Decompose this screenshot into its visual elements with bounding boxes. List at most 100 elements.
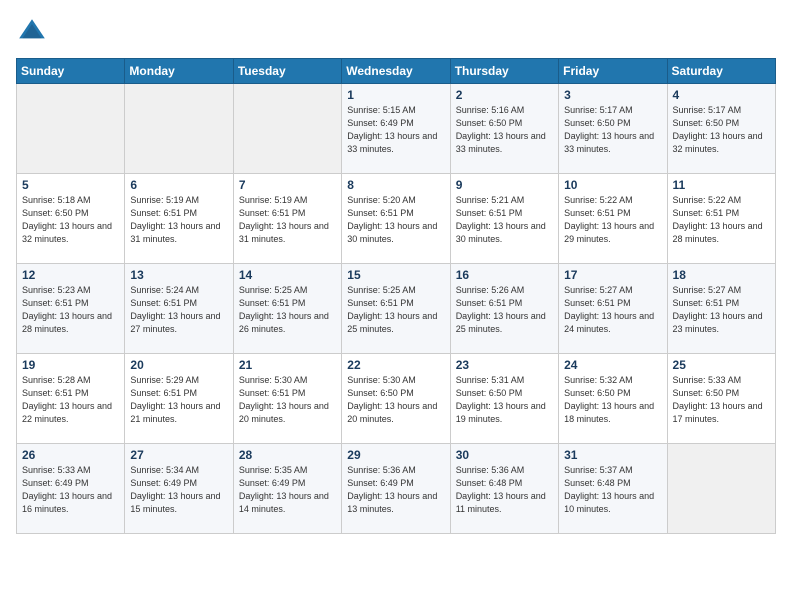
day-number: 6 (130, 178, 227, 192)
day-number: 22 (347, 358, 444, 372)
day-number: 17 (564, 268, 661, 282)
day-info: Sunrise: 5:34 AM Sunset: 6:49 PM Dayligh… (130, 464, 227, 516)
calendar-cell: 15 Sunrise: 5:25 AM Sunset: 6:51 PM Dayli… (342, 264, 450, 354)
day-info: Sunrise: 5:27 AM Sunset: 6:51 PM Dayligh… (673, 284, 770, 336)
calendar-cell: 19Sunrise: 5:28 AM Sunset: 6:51 PM Dayli… (17, 354, 125, 444)
calendar-cell: 4 Sunrise: 5:17 AM Sunset: 6:50 PM Daylig… (667, 84, 775, 174)
weekday-header-monday: Monday (125, 59, 233, 84)
calendar-cell: 18 Sunrise: 5:27 AM Sunset: 6:51 PM Dayli… (667, 264, 775, 354)
day-number: 24 (564, 358, 661, 372)
calendar-cell: 30 Sunrise: 5:36 AM Sunset: 6:48 PM Dayli… (450, 444, 558, 534)
day-number: 30 (456, 448, 553, 462)
calendar-cell: 26 Sunrise: 5:33 AM Sunset: 6:49 PM Dayli… (17, 444, 125, 534)
day-number: 14 (239, 268, 336, 282)
calendar-cell: 5 Sunrise: 5:18 AM Sunset: 6:50 PM Daylig… (17, 174, 125, 264)
day-info: Sunrise: 5:32 AM Sunset: 6:50 PM Dayligh… (564, 374, 661, 426)
day-number: 10 (564, 178, 661, 192)
day-number: 12 (22, 268, 119, 282)
day-info: Sunrise: 5:15 AM Sunset: 6:49 PM Dayligh… (347, 104, 444, 156)
calendar-cell: 21 Sunrise: 5:30 AM Sunset: 6:51 PM Dayli… (233, 354, 341, 444)
day-number: 18 (673, 268, 770, 282)
day-number: 2 (456, 88, 553, 102)
calendar-table: SundayMondayTuesdayWednesdayThursdayFrid… (16, 58, 776, 534)
day-number: 11 (673, 178, 770, 192)
day-info: Sunrise: 5:24 AM Sunset: 6:51 PM Dayligh… (130, 284, 227, 336)
calendar-cell: 6 Sunrise: 5:19 AM Sunset: 6:51 PM Daylig… (125, 174, 233, 264)
day-info: Sunrise: 5:33 AM Sunset: 6:50 PM Dayligh… (673, 374, 770, 426)
weekday-header-sunday: Sunday (17, 59, 125, 84)
day-info: Sunrise: 5:33 AM Sunset: 6:49 PM Dayligh… (22, 464, 119, 516)
weekday-header-friday: Friday (559, 59, 667, 84)
day-info: Sunrise: 5:25 AM Sunset: 6:51 PM Dayligh… (239, 284, 336, 336)
day-info: Sunrise: 5:30 AM Sunset: 6:51 PM Dayligh… (239, 374, 336, 426)
calendar-cell: 16 Sunrise: 5:26 AM Sunset: 6:51 PM Dayli… (450, 264, 558, 354)
calendar-cell: 8Sunrise: 5:20 AM Sunset: 6:51 PM Daylig… (342, 174, 450, 264)
calendar-cell: 2Sunrise: 5:16 AM Sunset: 6:50 PM Daylig… (450, 84, 558, 174)
calendar-cell: 27 Sunrise: 5:34 AM Sunset: 6:49 PM Dayli… (125, 444, 233, 534)
day-info: Sunrise: 5:19 AM Sunset: 6:51 PM Dayligh… (130, 194, 227, 246)
calendar-cell: 11Sunrise: 5:22 AM Sunset: 6:51 PM Dayli… (667, 174, 775, 264)
day-info: Sunrise: 5:35 AM Sunset: 6:49 PM Dayligh… (239, 464, 336, 516)
calendar-cell: 20 Sunrise: 5:29 AM Sunset: 6:51 PM Dayli… (125, 354, 233, 444)
day-number: 5 (22, 178, 119, 192)
day-info: Sunrise: 5:27 AM Sunset: 6:51 PM Dayligh… (564, 284, 661, 336)
calendar-cell: 13 Sunrise: 5:24 AM Sunset: 6:51 PM Dayli… (125, 264, 233, 354)
day-number: 8 (347, 178, 444, 192)
day-info: Sunrise: 5:17 AM Sunset: 6:50 PM Dayligh… (564, 104, 661, 156)
day-info: Sunrise: 5:23 AM Sunset: 6:51 PM Dayligh… (22, 284, 119, 336)
day-info: Sunrise: 5:19 AM Sunset: 6:51 PM Dayligh… (239, 194, 336, 246)
page-container: SundayMondayTuesdayWednesdayThursdayFrid… (0, 0, 792, 542)
day-number: 23 (456, 358, 553, 372)
day-info: Sunrise: 5:30 AM Sunset: 6:50 PM Dayligh… (347, 374, 444, 426)
calendar-week-row: 26 Sunrise: 5:33 AM Sunset: 6:49 PM Dayli… (17, 444, 776, 534)
day-info: Sunrise: 5:36 AM Sunset: 6:49 PM Dayligh… (347, 464, 444, 516)
weekday-header-wednesday: Wednesday (342, 59, 450, 84)
logo-icon (16, 16, 48, 48)
calendar-cell: 29Sunrise: 5:36 AM Sunset: 6:49 PM Dayli… (342, 444, 450, 534)
day-number: 4 (673, 88, 770, 102)
calendar-cell (233, 84, 341, 174)
calendar-cell: 31Sunrise: 5:37 AM Sunset: 6:48 PM Dayli… (559, 444, 667, 534)
day-number: 3 (564, 88, 661, 102)
day-info: Sunrise: 5:17 AM Sunset: 6:50 PM Dayligh… (673, 104, 770, 156)
day-info: Sunrise: 5:26 AM Sunset: 6:51 PM Dayligh… (456, 284, 553, 336)
calendar-cell: 12 Sunrise: 5:23 AM Sunset: 6:51 PM Dayli… (17, 264, 125, 354)
calendar-cell: 14 Sunrise: 5:25 AM Sunset: 6:51 PM Dayli… (233, 264, 341, 354)
calendar-cell: 25Sunrise: 5:33 AM Sunset: 6:50 PM Dayli… (667, 354, 775, 444)
calendar-cell: 23Sunrise: 5:31 AM Sunset: 6:50 PM Dayli… (450, 354, 558, 444)
calendar-cell: 3 Sunrise: 5:17 AM Sunset: 6:50 PM Daylig… (559, 84, 667, 174)
day-number: 16 (456, 268, 553, 282)
page-header (16, 16, 776, 48)
calendar-cell: 1 Sunrise: 5:15 AM Sunset: 6:49 PM Daylig… (342, 84, 450, 174)
day-number: 26 (22, 448, 119, 462)
day-number: 1 (347, 88, 444, 102)
day-info: Sunrise: 5:18 AM Sunset: 6:50 PM Dayligh… (22, 194, 119, 246)
day-info: Sunrise: 5:25 AM Sunset: 6:51 PM Dayligh… (347, 284, 444, 336)
calendar-cell: 28 Sunrise: 5:35 AM Sunset: 6:49 PM Dayli… (233, 444, 341, 534)
day-number: 15 (347, 268, 444, 282)
calendar-cell: 10 Sunrise: 5:22 AM Sunset: 6:51 PM Dayli… (559, 174, 667, 264)
calendar-cell (667, 444, 775, 534)
calendar-week-row: 19Sunrise: 5:28 AM Sunset: 6:51 PM Dayli… (17, 354, 776, 444)
day-info: Sunrise: 5:21 AM Sunset: 6:51 PM Dayligh… (456, 194, 553, 246)
weekday-header-tuesday: Tuesday (233, 59, 341, 84)
calendar-week-row: 12 Sunrise: 5:23 AM Sunset: 6:51 PM Dayli… (17, 264, 776, 354)
calendar-cell (17, 84, 125, 174)
day-number: 21 (239, 358, 336, 372)
day-info: Sunrise: 5:22 AM Sunset: 6:51 PM Dayligh… (564, 194, 661, 246)
day-number: 9 (456, 178, 553, 192)
weekday-header-thursday: Thursday (450, 59, 558, 84)
day-number: 27 (130, 448, 227, 462)
calendar-cell: 24 Sunrise: 5:32 AM Sunset: 6:50 PM Dayli… (559, 354, 667, 444)
day-info: Sunrise: 5:29 AM Sunset: 6:51 PM Dayligh… (130, 374, 227, 426)
day-number: 28 (239, 448, 336, 462)
day-number: 19 (22, 358, 119, 372)
day-info: Sunrise: 5:36 AM Sunset: 6:48 PM Dayligh… (456, 464, 553, 516)
calendar-cell: 17 Sunrise: 5:27 AM Sunset: 6:51 PM Dayli… (559, 264, 667, 354)
day-number: 20 (130, 358, 227, 372)
calendar-week-row: 1 Sunrise: 5:15 AM Sunset: 6:49 PM Daylig… (17, 84, 776, 174)
calendar-cell: 9 Sunrise: 5:21 AM Sunset: 6:51 PM Daylig… (450, 174, 558, 264)
day-number: 13 (130, 268, 227, 282)
calendar-cell (125, 84, 233, 174)
logo (16, 16, 52, 48)
